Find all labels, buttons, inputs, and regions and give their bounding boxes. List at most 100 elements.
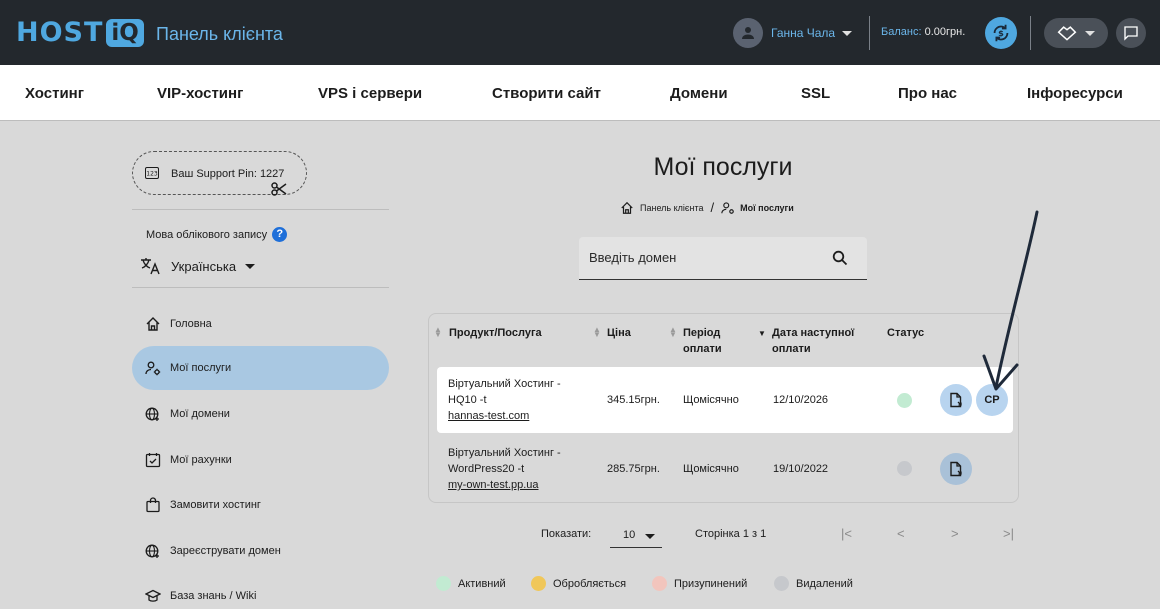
domain-link[interactable]: my-own-test.pp.ua [448, 479, 538, 491]
column-header-period[interactable]: Період оплати [683, 325, 722, 357]
home-icon[interactable] [620, 201, 634, 215]
legend-swatch [774, 576, 789, 591]
chevron-down-icon [1085, 30, 1095, 36]
panel-title: Панель клієнта [156, 24, 283, 44]
main-nav: Хостинг VIP-хостинг VPS і сервери Створи… [0, 65, 1160, 121]
period-cell: Щомісячно [683, 394, 739, 406]
first-page-button[interactable]: |< [841, 526, 852, 541]
invoice-button[interactable] [940, 384, 972, 416]
search-input[interactable] [589, 250, 819, 265]
breadcrumb-home[interactable]: Панель клієнта [640, 203, 703, 213]
domain-link[interactable]: hannas-test.com [448, 410, 529, 422]
legend-label: Активний [458, 577, 506, 590]
sort-icon[interactable]: ▲ ▼ [669, 326, 677, 339]
divider [132, 287, 389, 288]
per-page-select[interactable]: 10 [610, 524, 662, 548]
support-pin-label: Ваш Support Pin: [171, 168, 257, 180]
hostiq-logo[interactable]: HOST iQ [16, 17, 144, 48]
sidebar-item-register-domain[interactable]: Зареєструвати домен [132, 529, 389, 573]
next-date-cell: 19/10/2022 [773, 463, 829, 475]
legend-swatch [531, 576, 546, 591]
sidebar-item-label: Мої домени [170, 408, 230, 420]
per-page-label: Показати: [541, 528, 592, 540]
nav-item-domains[interactable]: Домени [670, 85, 728, 102]
language-label: Мова облікового запису ? [146, 227, 288, 242]
product-name-line1: Віртуальний Хостинг - [448, 447, 561, 459]
legend-processing: Обробляється [531, 576, 626, 591]
status-deleted-dot [897, 461, 912, 476]
nav-item-vps[interactable]: VPS і сервери [318, 85, 422, 102]
page-info: Сторінка 1 з 1 [695, 528, 767, 540]
sort-icon[interactable]: ▲ ▼ [593, 326, 601, 339]
sidebar-item-knowledge-base[interactable]: База знань / Wiki [132, 574, 389, 609]
user-settings-icon [145, 361, 161, 376]
user-settings-icon [721, 201, 734, 214]
column-header-price[interactable]: Ціна [607, 325, 631, 341]
support-pin-text: Ваш Support Pin: 1227 [171, 168, 284, 180]
column-header-next-date-line2: оплати [772, 343, 811, 355]
nav-item-ssl[interactable]: SSL [801, 85, 830, 102]
product-name-line2: HQ10 -t [448, 394, 487, 406]
column-header-status: Статус [887, 327, 925, 339]
period-cell: Щомісячно [683, 463, 739, 475]
column-header-next-date[interactable]: Дата наступної оплати [772, 325, 854, 357]
prev-page-button[interactable]: < [897, 526, 905, 541]
sort-icon[interactable]: ▲ ▼ [434, 326, 442, 339]
chat-button[interactable] [1116, 18, 1146, 48]
legend-swatch [652, 576, 667, 591]
partner-menu-button[interactable] [1044, 18, 1108, 48]
table-row[interactable]: Віртуальний Хостинг - WordPress20 -t my-… [437, 437, 1013, 503]
logo-iq-text: iQ [106, 18, 144, 47]
sidebar-item-label: Замовити хостинг [170, 499, 261, 511]
sidebar-item-label: Зареєструвати домен [170, 545, 281, 557]
globe-icon [145, 407, 159, 421]
nav-item-hosting[interactable]: Хостинг [25, 85, 84, 102]
product-cell: Віртуальний Хостинг - HQ10 -t hannas-tes… [448, 376, 561, 424]
breadcrumb-separator: / [710, 200, 715, 215]
breadcrumb-current: Мої послуги [740, 202, 794, 213]
support-pin[interactable]: 123 Ваш Support Pin: 1227 [132, 151, 307, 196]
chevron-down-icon [842, 30, 853, 36]
invoice-button[interactable] [940, 453, 972, 485]
calendar-check-icon [145, 453, 161, 468]
column-header-next-date-line1: Дата наступної [772, 327, 855, 339]
nav-item-create-site[interactable]: Створити сайт [492, 85, 601, 102]
product-name-line2: WordPress20 -t [448, 463, 525, 475]
translate-icon [141, 258, 160, 275]
cpanel-button[interactable]: CP [976, 384, 1008, 416]
last-page-button[interactable]: >| [1003, 526, 1014, 541]
next-page-button[interactable]: > [951, 526, 959, 541]
scissors-icon[interactable] [271, 182, 287, 196]
legend-label: Обробляється [553, 577, 627, 590]
sidebar-item-my-services[interactable]: Мої послуги [132, 346, 389, 390]
balance-refresh-button[interactable]: $ [985, 17, 1017, 49]
user-menu[interactable]: Ганна Чала [733, 18, 853, 48]
next-date-cell: 12/10/2026 [773, 394, 829, 406]
divider [1030, 16, 1031, 50]
user-name: Ганна Чала [771, 26, 836, 40]
language-value: Українська [171, 258, 237, 274]
legend-label: Призупинений [674, 577, 748, 590]
sidebar-item-label: Мої послуги [170, 362, 232, 374]
svg-text:$: $ [998, 28, 1004, 38]
nav-item-about[interactable]: Про нас [898, 85, 957, 102]
product-name-line1: Віртуальний Хостинг - [448, 378, 561, 390]
nav-item-vip-hosting[interactable]: VIP-хостинг [157, 85, 243, 102]
sort-desc-icon[interactable]: ▼ [758, 330, 766, 338]
balance-label: Баланс: [881, 26, 922, 38]
language-select[interactable]: Українська [140, 257, 256, 275]
table-row[interactable]: Віртуальний Хостинг - HQ10 -t hannas-tes… [437, 367, 1013, 433]
sidebar-item-my-invoices[interactable]: Мої рахунки [132, 438, 389, 482]
divider [132, 209, 389, 210]
help-icon[interactable]: ? [272, 227, 288, 242]
legend-swatch [436, 576, 451, 591]
breadcrumb: Панель клієнта / Мої послуги [620, 200, 794, 215]
shopping-bag-icon [146, 497, 160, 513]
column-header-product[interactable]: Продукт/Послуга [449, 325, 542, 341]
sidebar-item-order-hosting[interactable]: Замовити хостинг [132, 483, 389, 527]
search-icon[interactable] [832, 250, 848, 266]
price-cell: 345.15грн. [607, 394, 660, 406]
sidebar-item-home[interactable]: Головна [132, 302, 389, 346]
sidebar-item-my-domains[interactable]: Мої домени [132, 392, 389, 436]
nav-item-resources[interactable]: Інфоресурси [1027, 85, 1123, 102]
